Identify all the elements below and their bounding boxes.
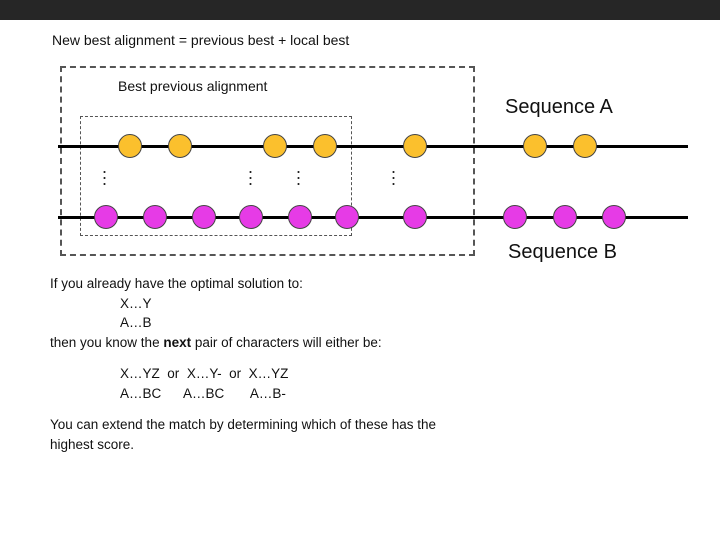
seq-a-node bbox=[403, 134, 427, 158]
vertical-dots-icon: . . . bbox=[391, 164, 396, 182]
seq-a-node bbox=[118, 134, 142, 158]
seq-a-node bbox=[313, 134, 337, 158]
opt3-bot: A…B- bbox=[250, 386, 286, 401]
closing-text: You can extend the match by determining … bbox=[50, 415, 470, 454]
seq-b-node bbox=[288, 205, 312, 229]
intro2c: pair of characters will either be: bbox=[191, 335, 382, 350]
opt1-top: X…YZ bbox=[120, 366, 160, 381]
intro2a: then you know the bbox=[50, 335, 163, 350]
seq-b-node bbox=[94, 205, 118, 229]
slide-content: New best alignment = previous best + loc… bbox=[0, 32, 720, 455]
seq-b-node bbox=[335, 205, 359, 229]
seq-b-node bbox=[239, 205, 263, 229]
seq-b-node bbox=[192, 205, 216, 229]
extension-options: X…YZ or X…Y- or X…YZ A…BC A…BC A…B- bbox=[50, 364, 720, 403]
inner-box-label: Best previous alignment bbox=[118, 78, 267, 94]
seq-b-node bbox=[602, 205, 626, 229]
opt3-top: X…YZ bbox=[249, 366, 289, 381]
known-pair-bottom: A…B bbox=[50, 313, 720, 333]
vertical-dots-icon: . . . bbox=[248, 164, 253, 182]
seq-b-node bbox=[503, 205, 527, 229]
options-row-bottom: A…BC A…BC A…B- bbox=[50, 384, 720, 404]
slide-header-bar bbox=[0, 0, 720, 20]
seq-a-node bbox=[573, 134, 597, 158]
intro-line-2: then you know the next pair of character… bbox=[50, 333, 720, 353]
vertical-dots-icon: . . . bbox=[102, 164, 107, 182]
seq-a-node bbox=[168, 134, 192, 158]
intro2b: next bbox=[163, 335, 191, 350]
options-row-top: X…YZ or X…Y- or X…YZ bbox=[50, 364, 720, 384]
or2: or bbox=[229, 366, 241, 381]
intro-text: If you already have the optimal solution… bbox=[50, 274, 720, 352]
vertical-dots-icon: . . . bbox=[296, 164, 301, 182]
seq-b-node bbox=[403, 205, 427, 229]
opt2-top: X…Y- bbox=[187, 366, 222, 381]
seq-a-node bbox=[523, 134, 547, 158]
known-pair-top: X…Y bbox=[50, 294, 720, 314]
title-line: New best alignment = previous best + loc… bbox=[52, 32, 720, 48]
opt1-bot: A…BC bbox=[120, 386, 161, 401]
alignment-diagram: Best previous alignment Sequence A Seque… bbox=[0, 56, 720, 256]
sequence-a-label: Sequence A bbox=[505, 96, 613, 119]
sequence-b-label: Sequence B bbox=[508, 241, 617, 264]
opt2-bot: A…BC bbox=[183, 386, 224, 401]
seq-b-node bbox=[143, 205, 167, 229]
or1: or bbox=[167, 366, 179, 381]
seq-b-node bbox=[553, 205, 577, 229]
seq-a-node bbox=[263, 134, 287, 158]
intro-line: If you already have the optimal solution… bbox=[50, 274, 720, 294]
